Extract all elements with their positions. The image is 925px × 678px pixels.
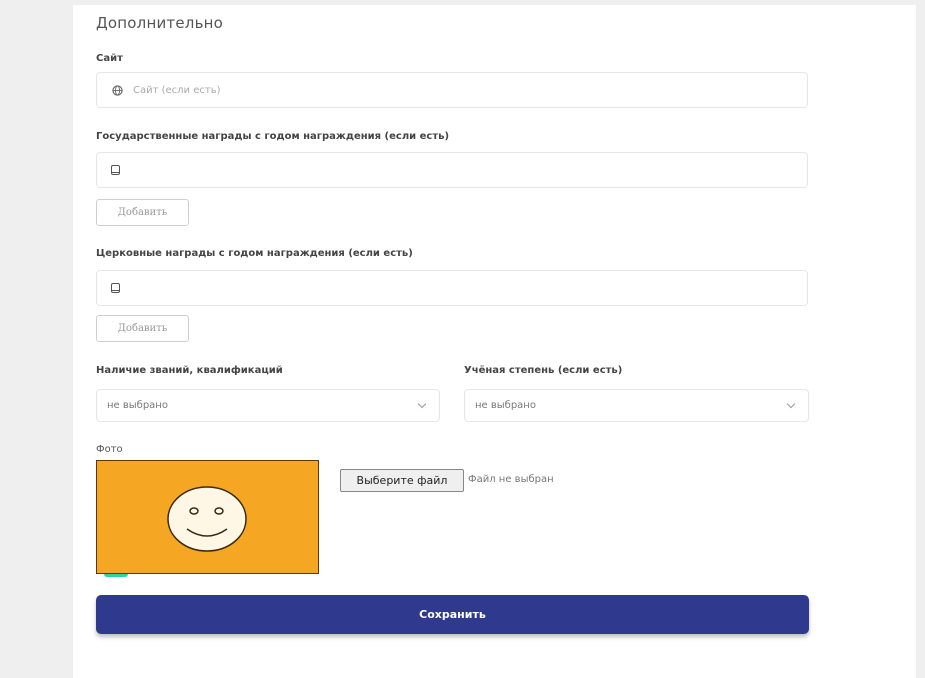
degree-selected-value: не выбрано <box>475 400 536 411</box>
photo-placeholder-image <box>96 460 319 574</box>
site-label: Сайт <box>96 53 123 64</box>
file-status-text: Файл не выбран <box>468 474 554 485</box>
photo-label: Фото <box>96 444 123 455</box>
globe-icon <box>111 84 123 96</box>
add-state-award-button[interactable]: Добавить <box>96 199 189 226</box>
chevron-down-icon <box>786 399 796 408</box>
titles-selected-value: не выбрано <box>107 400 168 411</box>
church-awards-input[interactable] <box>96 270 808 306</box>
degree-select[interactable]: не выбрано <box>464 389 809 422</box>
site-input[interactable]: Сайт (если есть) <box>96 72 808 108</box>
choose-file-button[interactable]: Выберите файл <box>340 469 464 492</box>
site-placeholder: Сайт (если есть) <box>133 84 221 96</box>
titles-label: Наличие званий, квалификаций <box>96 365 283 376</box>
state-awards-input[interactable] <box>96 152 808 188</box>
save-button[interactable]: Сохранить <box>96 595 809 634</box>
add-church-award-button[interactable]: Добавить <box>96 315 189 342</box>
section-title: Дополнительно <box>96 14 224 32</box>
titles-select[interactable]: не выбрано <box>96 389 440 422</box>
degree-label: Учёная степень (если есть) <box>464 365 623 376</box>
church-awards-label: Церковные награды с годом награждения (е… <box>96 248 413 259</box>
smiley-icon <box>167 486 247 552</box>
chevron-down-icon <box>417 399 427 408</box>
state-awards-label: Государственные награды с годом награжде… <box>96 131 450 142</box>
book-icon <box>111 165 120 175</box>
book-icon <box>111 283 120 293</box>
